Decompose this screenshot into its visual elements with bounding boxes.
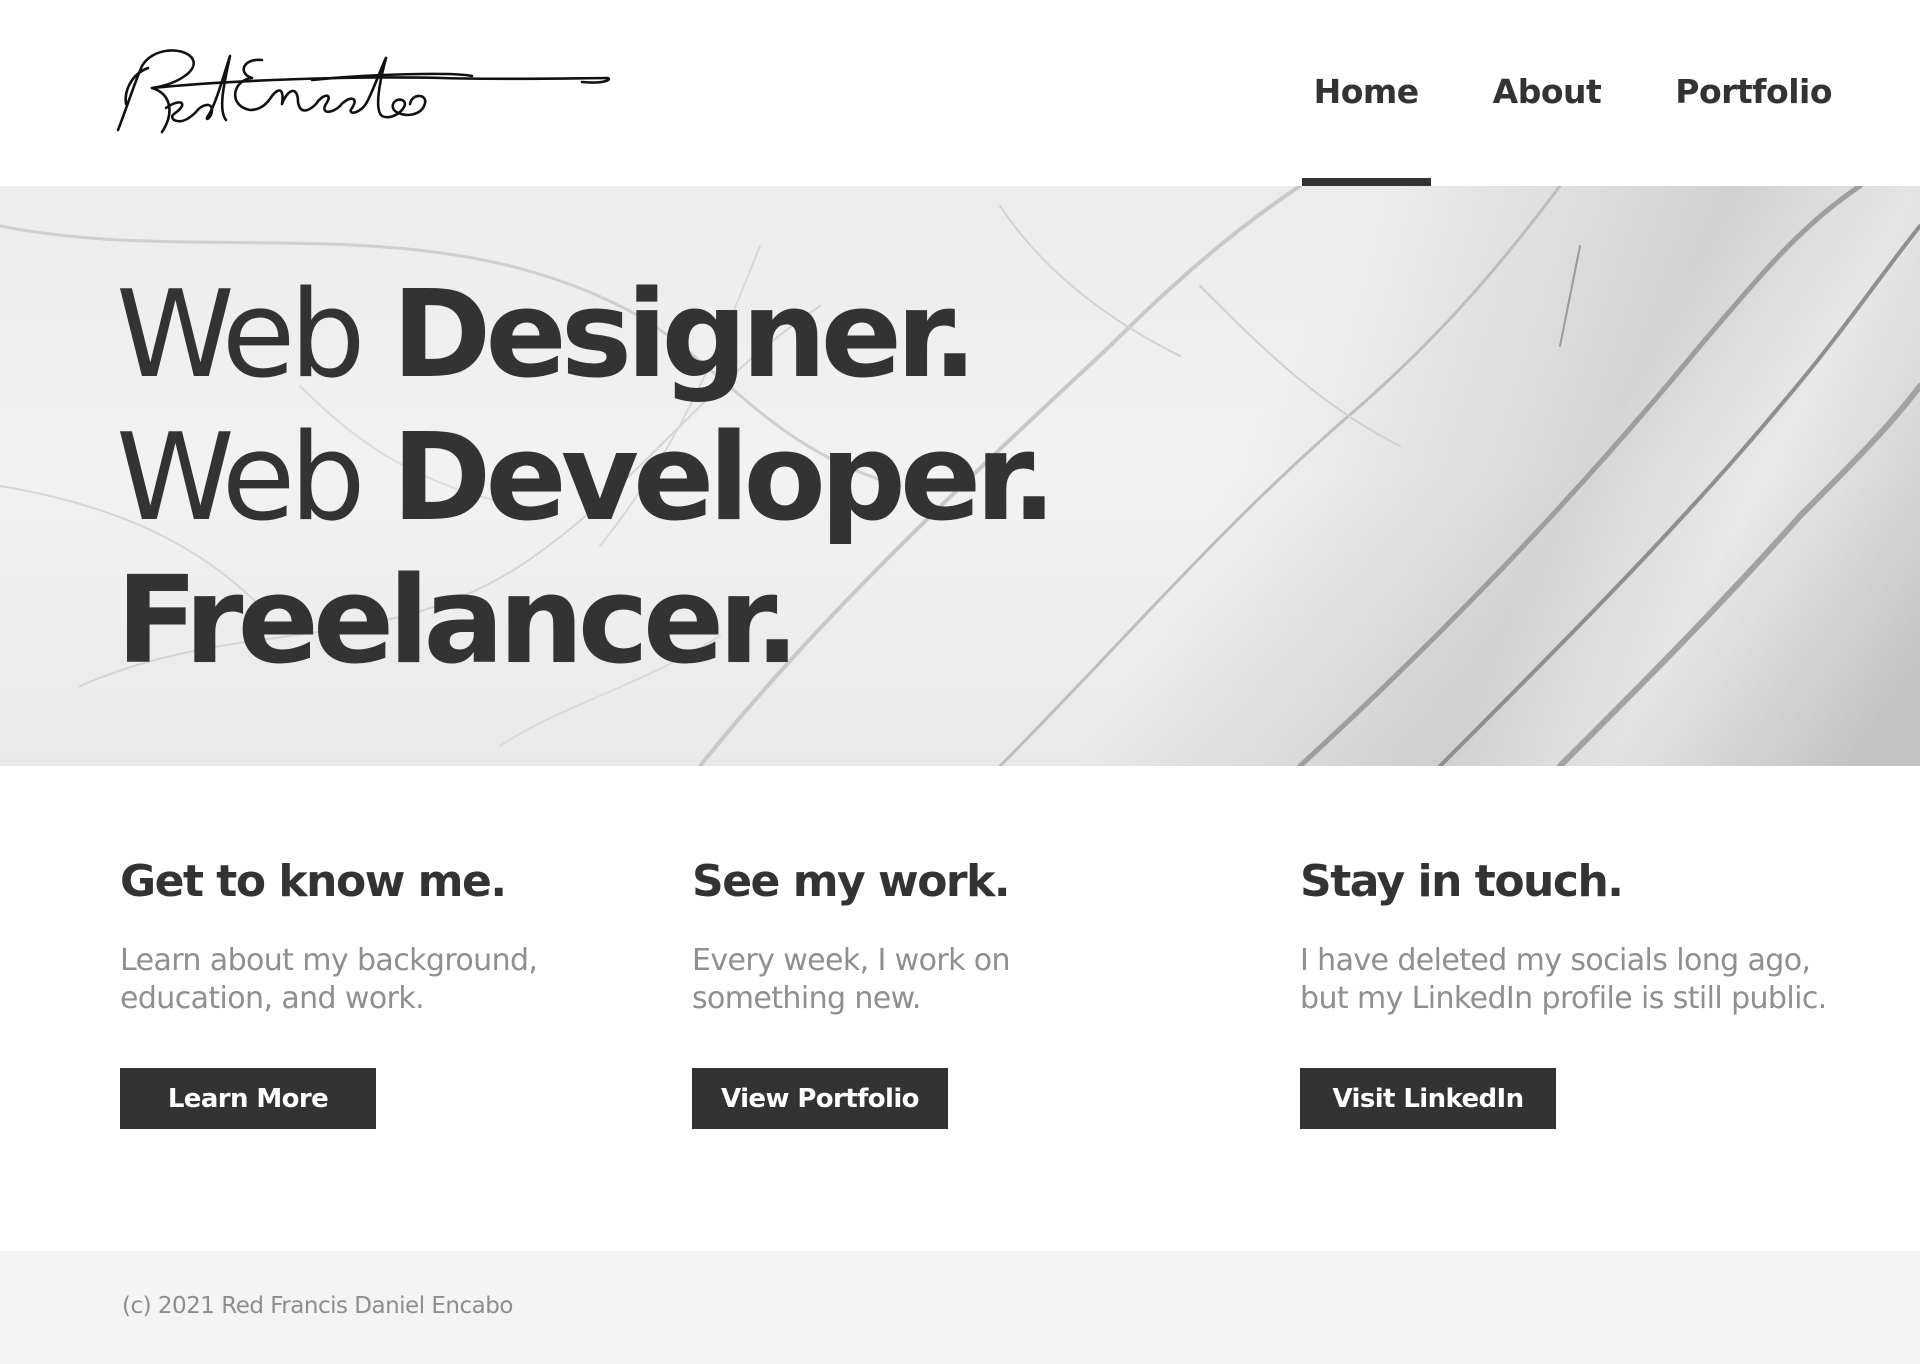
visit-linkedin-button[interactable]: Visit LinkedIn (1300, 1068, 1556, 1129)
hero-headline: Web Designer. Web Developer. Freelancer. (116, 264, 1057, 693)
hero-line-freelancer: Freelancer. (116, 550, 1051, 693)
info-cards: Get to know me. Learn about my backgroun… (0, 766, 1920, 1251)
hero-line-2-light: Web (116, 409, 392, 548)
card-description: Every week, I work on something new. (692, 943, 1011, 1016)
main-nav: Home About Portfolio (1240, 0, 1832, 186)
card-description: Learn about my background, education, an… (120, 943, 538, 1016)
card-portfolio: See my work. Every week, I work on somet… (692, 842, 1152, 1129)
hero-line-1-light: Web (116, 266, 392, 405)
signature-logo[interactable] (112, 44, 612, 144)
card-about: Get to know me. Learn about my backgroun… (120, 842, 560, 1129)
hero-banner: Web Designer. Web Developer. Freelancer. (0, 186, 1920, 766)
site-footer: (c) 2021 Red Francis Daniel Encabo (0, 1251, 1920, 1364)
card-title: Stay in touch. (1300, 856, 1624, 907)
signature-logo-image (116, 49, 611, 134)
card-title: See my work. (692, 856, 1011, 907)
site-header: Home About Portfolio (0, 0, 1920, 186)
hero-line-1-bold: Designer. (391, 266, 978, 405)
nav-portfolio[interactable]: Portfolio (1675, 0, 1832, 186)
hero-line-2-bold: Developer. (391, 409, 1057, 548)
nav-about[interactable]: About (1493, 0, 1602, 186)
view-portfolio-button[interactable]: View Portfolio (692, 1068, 948, 1129)
card-description: I have deleted my socials long ago, but … (1300, 943, 1827, 1016)
nav-home[interactable]: Home (1301, 0, 1431, 186)
card-title: Get to know me. (120, 856, 507, 907)
copyright-text: (c) 2021 Red Francis Daniel Encabo (122, 1293, 513, 1319)
hero-line-designer: Web Designer. (116, 264, 1051, 407)
hero-line-3-bold: Freelancer. (116, 552, 800, 691)
card-contact: Stay in touch. I have deleted my socials… (1300, 842, 1840, 1129)
hero-line-developer: Web Developer. (116, 407, 1057, 550)
learn-more-button[interactable]: Learn More (120, 1068, 376, 1129)
